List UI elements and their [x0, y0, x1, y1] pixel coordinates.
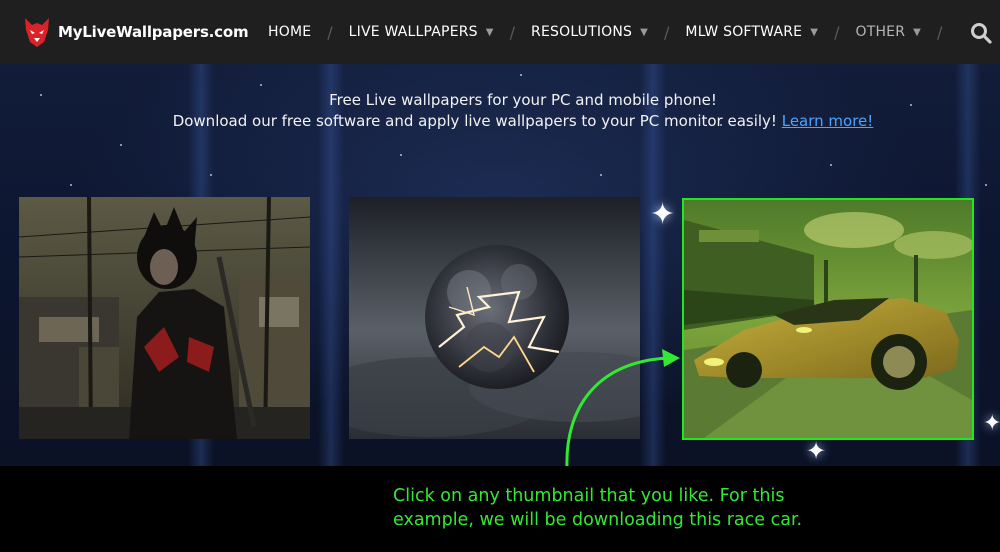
- intro-text: Free Live wallpapers for your PC and mob…: [0, 90, 1000, 132]
- caret-down-icon: ▼: [485, 26, 494, 38]
- caret-down-icon: ▼: [810, 26, 819, 38]
- site-logo-text: MyLiveWallpapers.com: [58, 23, 249, 41]
- star: [830, 164, 832, 166]
- intro-line-2: Download our free software and apply liv…: [0, 111, 1000, 132]
- star: [520, 74, 522, 76]
- star: [985, 184, 987, 186]
- nav-mlw-software-label: MLW SOFTWARE: [685, 24, 803, 40]
- nav-separator: /: [937, 22, 943, 42]
- main-menu: HOME / LIVE WALLPAPERS ▼ / RESOLUTIONS ▼…: [252, 0, 942, 64]
- nav-other-label: OTHER: [855, 24, 906, 40]
- nav-resolutions-label: RESOLUTIONS: [531, 24, 633, 40]
- instruction-line-1: Click on any thumbnail that you like. Fo…: [393, 486, 785, 506]
- star: [260, 84, 262, 86]
- star: [400, 154, 402, 156]
- wolf-logo-icon: [25, 18, 49, 47]
- sparkle: ✦: [650, 197, 676, 232]
- sparkle: ✦: [983, 411, 1000, 436]
- star: [120, 144, 122, 146]
- caret-down-icon: ▼: [913, 26, 922, 38]
- anime-samurai-image: [19, 197, 310, 439]
- nav-live-wallpapers[interactable]: LIVE WALLPAPERS ▼: [333, 24, 510, 40]
- instruction-line-2: example, we will be downloading this rac…: [393, 510, 803, 530]
- instruction-text: Click on any thumbnail that you like. Fo…: [393, 484, 863, 532]
- race-car-image: [684, 200, 972, 438]
- intro-line-1: Free Live wallpapers for your PC and mob…: [329, 91, 717, 109]
- nav-resolutions[interactable]: RESOLUTIONS ▼: [515, 24, 664, 40]
- nav-other[interactable]: OTHER ▼: [839, 24, 937, 40]
- nav-home[interactable]: HOME: [252, 24, 327, 40]
- thumbnail-race-car[interactable]: [682, 198, 974, 440]
- star: [70, 184, 72, 186]
- search-icon[interactable]: [970, 22, 992, 44]
- pointer-arrow-icon: [565, 349, 680, 469]
- nav-home-label: HOME: [268, 24, 312, 40]
- sparkle: ✦: [806, 437, 827, 465]
- top-navigation-bar: MyLiveWallpapers.com HOME / LIVE WALLPAP…: [0, 0, 1000, 64]
- learn-more-link[interactable]: Learn more!: [782, 112, 874, 130]
- star: [600, 174, 602, 176]
- nav-mlw-software[interactable]: MLW SOFTWARE ▼: [669, 24, 834, 40]
- caret-down-icon: ▼: [640, 26, 649, 38]
- thumbnail-anime-samurai[interactable]: [19, 197, 310, 439]
- intro-line-2-text: Download our free software and apply liv…: [172, 112, 777, 130]
- star: [210, 174, 212, 176]
- site-logo[interactable]: MyLiveWallpapers.com: [22, 16, 249, 48]
- nav-live-wallpapers-label: LIVE WALLPAPERS: [348, 24, 478, 40]
